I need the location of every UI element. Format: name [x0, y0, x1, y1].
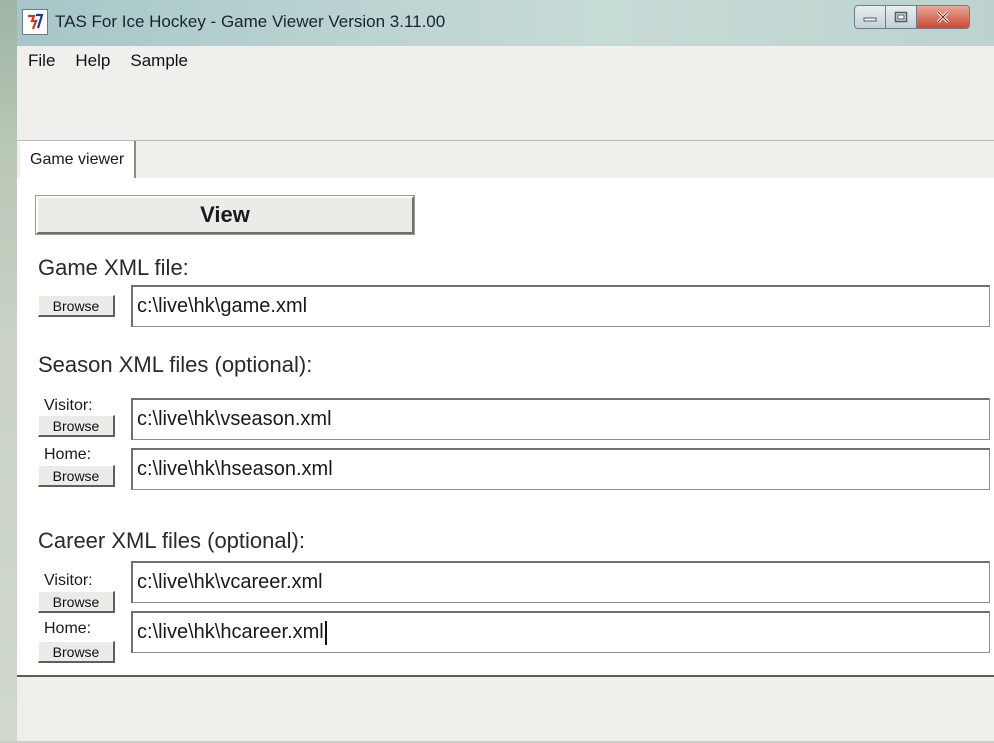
close-button[interactable]: [916, 5, 970, 29]
career-visitor-path-input[interactable]: c:\live\hk\vcareer.xml: [131, 561, 990, 603]
app-window: TAS For Ice Hockey - Game Viewer Version…: [0, 0, 994, 743]
minimize-icon: [863, 17, 877, 22]
menu-help[interactable]: Help: [67, 46, 118, 76]
close-icon: [936, 10, 950, 24]
season-visitor-path-input[interactable]: c:\live\hk\vseason.xml: [131, 398, 990, 440]
season-visitor-browse-button[interactable]: Browse: [38, 415, 115, 437]
game-xml-label: Game XML file:: [38, 255, 189, 280]
career-visitor-browse-button[interactable]: Browse: [38, 591, 115, 613]
game-browse-button[interactable]: Browse: [38, 295, 115, 317]
tab-game-viewer[interactable]: Game viewer: [20, 141, 137, 179]
maximize-icon: [894, 11, 908, 23]
career-visitor-label: Visitor:: [44, 572, 93, 589]
window-frame-left: [0, 0, 17, 743]
tabstrip-divider: [17, 140, 994, 141]
career-xml-label: Career XML files (optional):: [38, 528, 305, 553]
game-xml-path-input[interactable]: c:\live\hk\game.xml: [131, 285, 990, 327]
status-bar: [17, 677, 994, 741]
title-bar[interactable]: TAS For Ice Hockey - Game Viewer Version…: [17, 0, 994, 46]
window-title: TAS For Ice Hockey - Game Viewer Version…: [55, 12, 446, 31]
app-logo-icon[interactable]: [22, 9, 48, 35]
season-home-label: Home:: [44, 446, 92, 463]
menu-file[interactable]: File: [20, 46, 63, 76]
season-xml-label: Season XML files (optional):: [38, 352, 313, 377]
menu-bar: File Help Sample: [17, 46, 994, 76]
season-home-path-input[interactable]: c:\live\hk\hseason.xml: [131, 448, 990, 490]
season-visitor-label: Visitor:: [44, 397, 93, 414]
toolbar-area: [17, 76, 994, 140]
maximize-button[interactable]: [885, 5, 917, 29]
text-caret: [324, 620, 327, 645]
career-home-path-text: c:\live\hk\hcareer.xml: [137, 621, 324, 643]
season-home-browse-button[interactable]: Browse: [38, 465, 115, 487]
view-button[interactable]: View: [35, 195, 415, 235]
menu-sample[interactable]: Sample: [122, 46, 196, 76]
career-home-path-input[interactable]: c:\live\hk\hcareer.xml: [131, 611, 990, 653]
career-home-label: Home:: [44, 620, 92, 637]
career-home-browse-button[interactable]: Browse: [38, 641, 115, 663]
minimize-button[interactable]: [854, 5, 886, 29]
